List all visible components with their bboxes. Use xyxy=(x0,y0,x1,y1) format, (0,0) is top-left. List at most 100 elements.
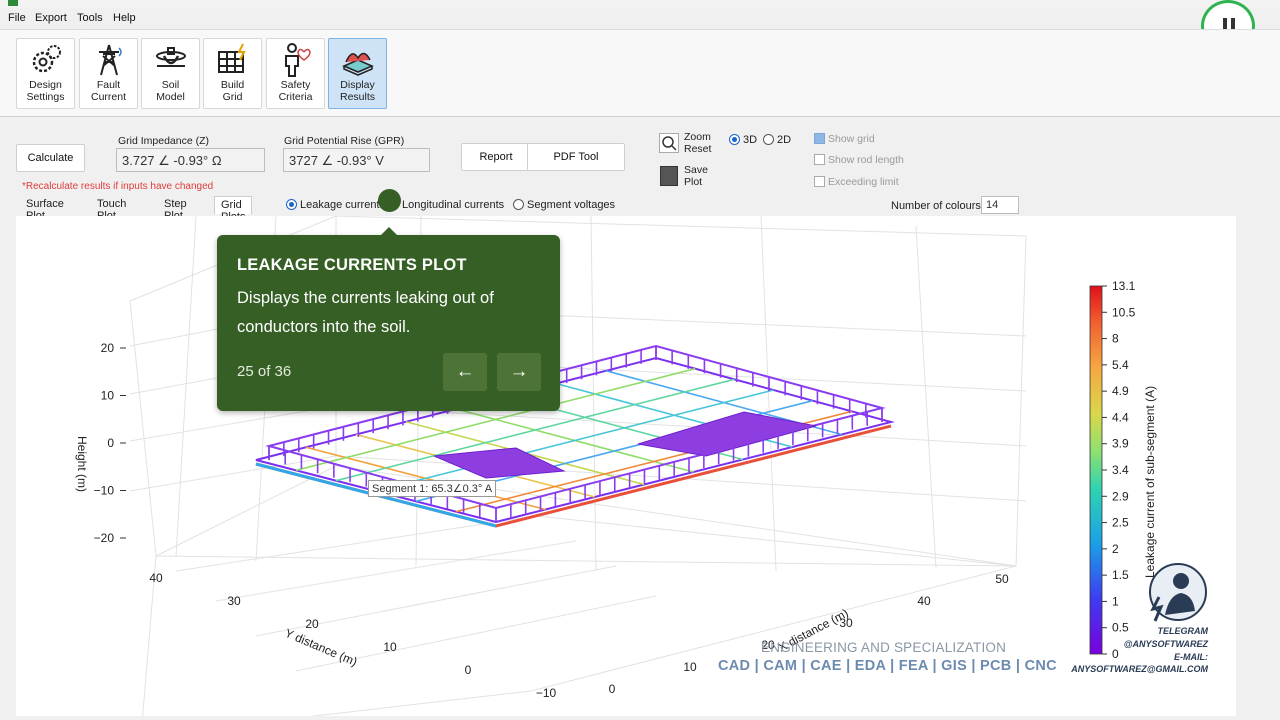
menu-help[interactable]: Help xyxy=(113,12,136,24)
results-icon xyxy=(341,52,374,76)
ribbon-label: Safety xyxy=(280,79,311,91)
colorbar-tick-label: 4.4 xyxy=(1112,410,1129,424)
radio-dot xyxy=(763,134,774,145)
y-tick-label: 0 xyxy=(465,663,472,677)
ribbon-label: Settings xyxy=(26,91,65,103)
colorbar-tick-label: 0.5 xyxy=(1112,621,1129,635)
ribbon-label: Results xyxy=(339,91,375,103)
z-axis: 20 10 0 −10 −20 xyxy=(94,341,126,545)
colorbar xyxy=(1089,285,1103,655)
radio-label: Segment voltages xyxy=(527,199,616,211)
prev-button[interactable]: ← xyxy=(443,353,487,391)
checkbox-label: Show grid xyxy=(828,133,875,145)
soil-model-button[interactable]: Soil Model xyxy=(141,38,200,109)
zoom-reset-label[interactable]: Zoom Reset xyxy=(684,131,711,155)
watermark-line2: CAD | CAM | CAE | EDA | FEA | GIS | PCB … xyxy=(718,658,1057,674)
app-icon xyxy=(8,0,18,6)
y-tick-label: −10 xyxy=(536,686,557,700)
impedance-label: Grid Impedance (Z) xyxy=(118,135,210,147)
watermark-email: ANYSOFTWAREZ@GMAIL.COM xyxy=(1071,664,1208,674)
z-axis-label: Height (m) xyxy=(75,436,89,492)
show-grid-checkbox[interactable]: Show grid xyxy=(814,133,875,145)
popup-title: LEAKAGE CURRENTS PLOT xyxy=(237,256,467,274)
radio-dot xyxy=(729,134,740,145)
exceeding-checkbox[interactable]: Exceeding limit xyxy=(814,176,899,188)
radio-dot xyxy=(286,199,297,210)
watermark-line1: ENGINEERING AND SPECIALIZATION xyxy=(761,640,1007,655)
menu-file[interactable]: File xyxy=(8,12,26,24)
colorbar-tick-label: 2 xyxy=(1112,542,1119,556)
impedance-field: 3.727 ∠ -0.93° Ω xyxy=(116,148,265,172)
mesh-patch-right xyxy=(637,411,817,457)
watermark-telegram: TELEGRAM xyxy=(1157,626,1209,636)
y-axis: 40 30 20 10 0 −10 xyxy=(149,571,556,700)
num-colours-input[interactable]: 14 xyxy=(981,196,1019,214)
y-axis-label: Y distance (m) xyxy=(283,626,359,669)
colorbar-tick-label: 13.1 xyxy=(1112,279,1136,293)
menu-bar: File Export Tools Help xyxy=(0,9,1280,29)
show-rod-checkbox[interactable]: Show rod length xyxy=(814,154,904,166)
menu-tools[interactable]: Tools xyxy=(77,12,103,24)
colorbar-tick-label: 5.4 xyxy=(1112,358,1129,372)
segment-voltages-radio[interactable]: Segment voltages xyxy=(513,199,615,217)
colorbar-tick-label: 0 xyxy=(1112,647,1119,661)
checkbox-box xyxy=(814,154,825,165)
checkbox-label: Exceeding limit xyxy=(828,176,899,188)
ribbon-label: Model xyxy=(156,91,185,103)
tab-surface-plot[interactable]: Surface Plot xyxy=(26,196,64,222)
zoom-reset-icon[interactable] xyxy=(659,133,679,153)
colorbar-tick-label: 8 xyxy=(1112,332,1119,346)
x-tick-label: 50 xyxy=(995,572,1009,586)
colorbar-tick-label: 10.5 xyxy=(1112,305,1136,319)
save-plot-label[interactable]: Save Plot xyxy=(684,164,708,188)
grid-3d-chart: 20100−10−20 403020100−10 01020304050 Hei… xyxy=(75,215,1157,720)
ribbon-label: Current xyxy=(90,91,126,103)
view-2d-radio[interactable]: 2D xyxy=(763,134,791,152)
popup-body: Displays the currents leaking out of con… xyxy=(237,289,494,336)
tab-touch-plot[interactable]: Touch Plot xyxy=(97,196,126,222)
menu-export[interactable]: Export xyxy=(35,12,67,24)
x-tick-label: 0 xyxy=(609,682,616,696)
ribbon-label: Criteria xyxy=(278,91,313,103)
save-label-2: Plot xyxy=(684,176,703,188)
y-tick-label: 40 xyxy=(149,571,163,585)
checkbox-label: Show rod length xyxy=(828,154,904,166)
save-plot-icon[interactable] xyxy=(660,166,678,186)
longitudinal-currents-radio[interactable]: Longitudinal currents xyxy=(388,199,504,217)
y-tick-label: 20 xyxy=(305,617,319,631)
next-button[interactable]: → xyxy=(497,353,541,391)
radio-dot xyxy=(513,199,524,210)
radio-label: 3D xyxy=(743,134,758,146)
colorbar-tick-label: 2.5 xyxy=(1112,516,1129,530)
tab-grid-plots[interactable]: Grid Plots xyxy=(214,196,253,223)
zoom-label-2: Reset xyxy=(684,143,712,155)
num-colours-label: Number of colours xyxy=(891,200,981,212)
safety-criteria-button[interactable]: Safety Criteria xyxy=(266,38,325,109)
gpr-label: Grid Potential Rise (GPR) xyxy=(284,135,405,147)
y-tick-label: 30 xyxy=(227,594,241,608)
display-results-button[interactable]: Display Results xyxy=(328,38,387,109)
ribbon-label: Build xyxy=(220,79,245,91)
checkbox-box xyxy=(814,176,825,187)
y-tick-label: 10 xyxy=(383,640,397,654)
colorbar-tick-label: 1 xyxy=(1112,594,1119,608)
z-tick-label: −20 xyxy=(94,531,115,545)
grid-icon xyxy=(217,43,246,73)
popup-arrow xyxy=(380,227,398,236)
colorbar-tick-label: 3.9 xyxy=(1112,437,1129,451)
calculate-button[interactable]: Calculate xyxy=(16,144,85,172)
person-icon xyxy=(284,43,311,77)
fault-current-button[interactable]: Fault Current xyxy=(79,38,138,109)
tab-step-plot[interactable]: Step Plot xyxy=(164,196,187,222)
report-button[interactable]: Report xyxy=(461,143,531,171)
leakage-currents-radio[interactable]: Leakage currents xyxy=(286,199,385,217)
x-tick-label: 40 xyxy=(917,594,931,608)
view-3d-radio[interactable]: 3D xyxy=(729,134,757,152)
gears-icon xyxy=(32,45,61,73)
tour-hotspot xyxy=(378,189,401,212)
colorbar-tick-label: 1.5 xyxy=(1112,568,1129,582)
design-settings-button[interactable]: Design Settings xyxy=(16,38,75,109)
build-grid-button[interactable]: Build Grid xyxy=(203,38,262,109)
pdf-tool-button[interactable]: PDF Tool xyxy=(527,143,625,171)
ribbon: Design Settings Fault Current Soil Model Bu… xyxy=(0,29,1280,117)
